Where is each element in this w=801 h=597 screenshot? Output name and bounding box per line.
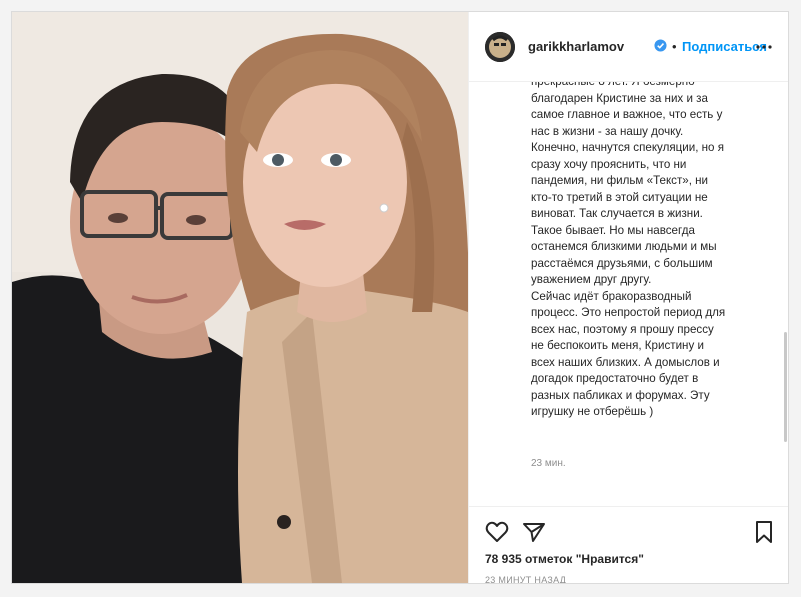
more-options-icon[interactable] (756, 42, 772, 52)
instagram-post-card: garikkharlamov • Подписаться прекрасные … (11, 11, 789, 584)
username-link[interactable]: garikkharlamov (528, 39, 624, 54)
comments-scrollbar[interactable] (784, 332, 787, 442)
post-photo-illustration (12, 12, 468, 583)
likes-count[interactable]: 78 935 отметок "Нравится" (485, 552, 644, 566)
post-sidebar: garikkharlamov • Подписаться прекрасные … (468, 12, 788, 583)
post-photo[interactable] (12, 12, 468, 583)
header-separator: • (672, 39, 677, 54)
heart-icon[interactable] (485, 521, 509, 543)
user-avatar[interactable] (485, 32, 515, 62)
post-time-ago: 23 МИНУТ НАЗАД (485, 575, 567, 584)
bookmark-icon[interactable] (754, 520, 774, 544)
follow-button[interactable]: Подписаться (682, 39, 767, 54)
paper-plane-icon[interactable] (522, 521, 546, 543)
post-header: garikkharlamov • Подписаться (469, 12, 788, 82)
verified-badge-icon (654, 39, 667, 52)
caption-timestamp: 23 мин. (531, 458, 566, 469)
avatar-illustration (485, 32, 515, 62)
comments-area[interactable]: прекрасные 8 лет. Я безмерно благодарен … (469, 82, 788, 506)
post-caption: прекрасные 8 лет. Я безмерно благодарен … (531, 82, 726, 418)
post-actions: 78 935 отметок "Нравится" 23 МИНУТ НАЗАД (469, 506, 788, 584)
